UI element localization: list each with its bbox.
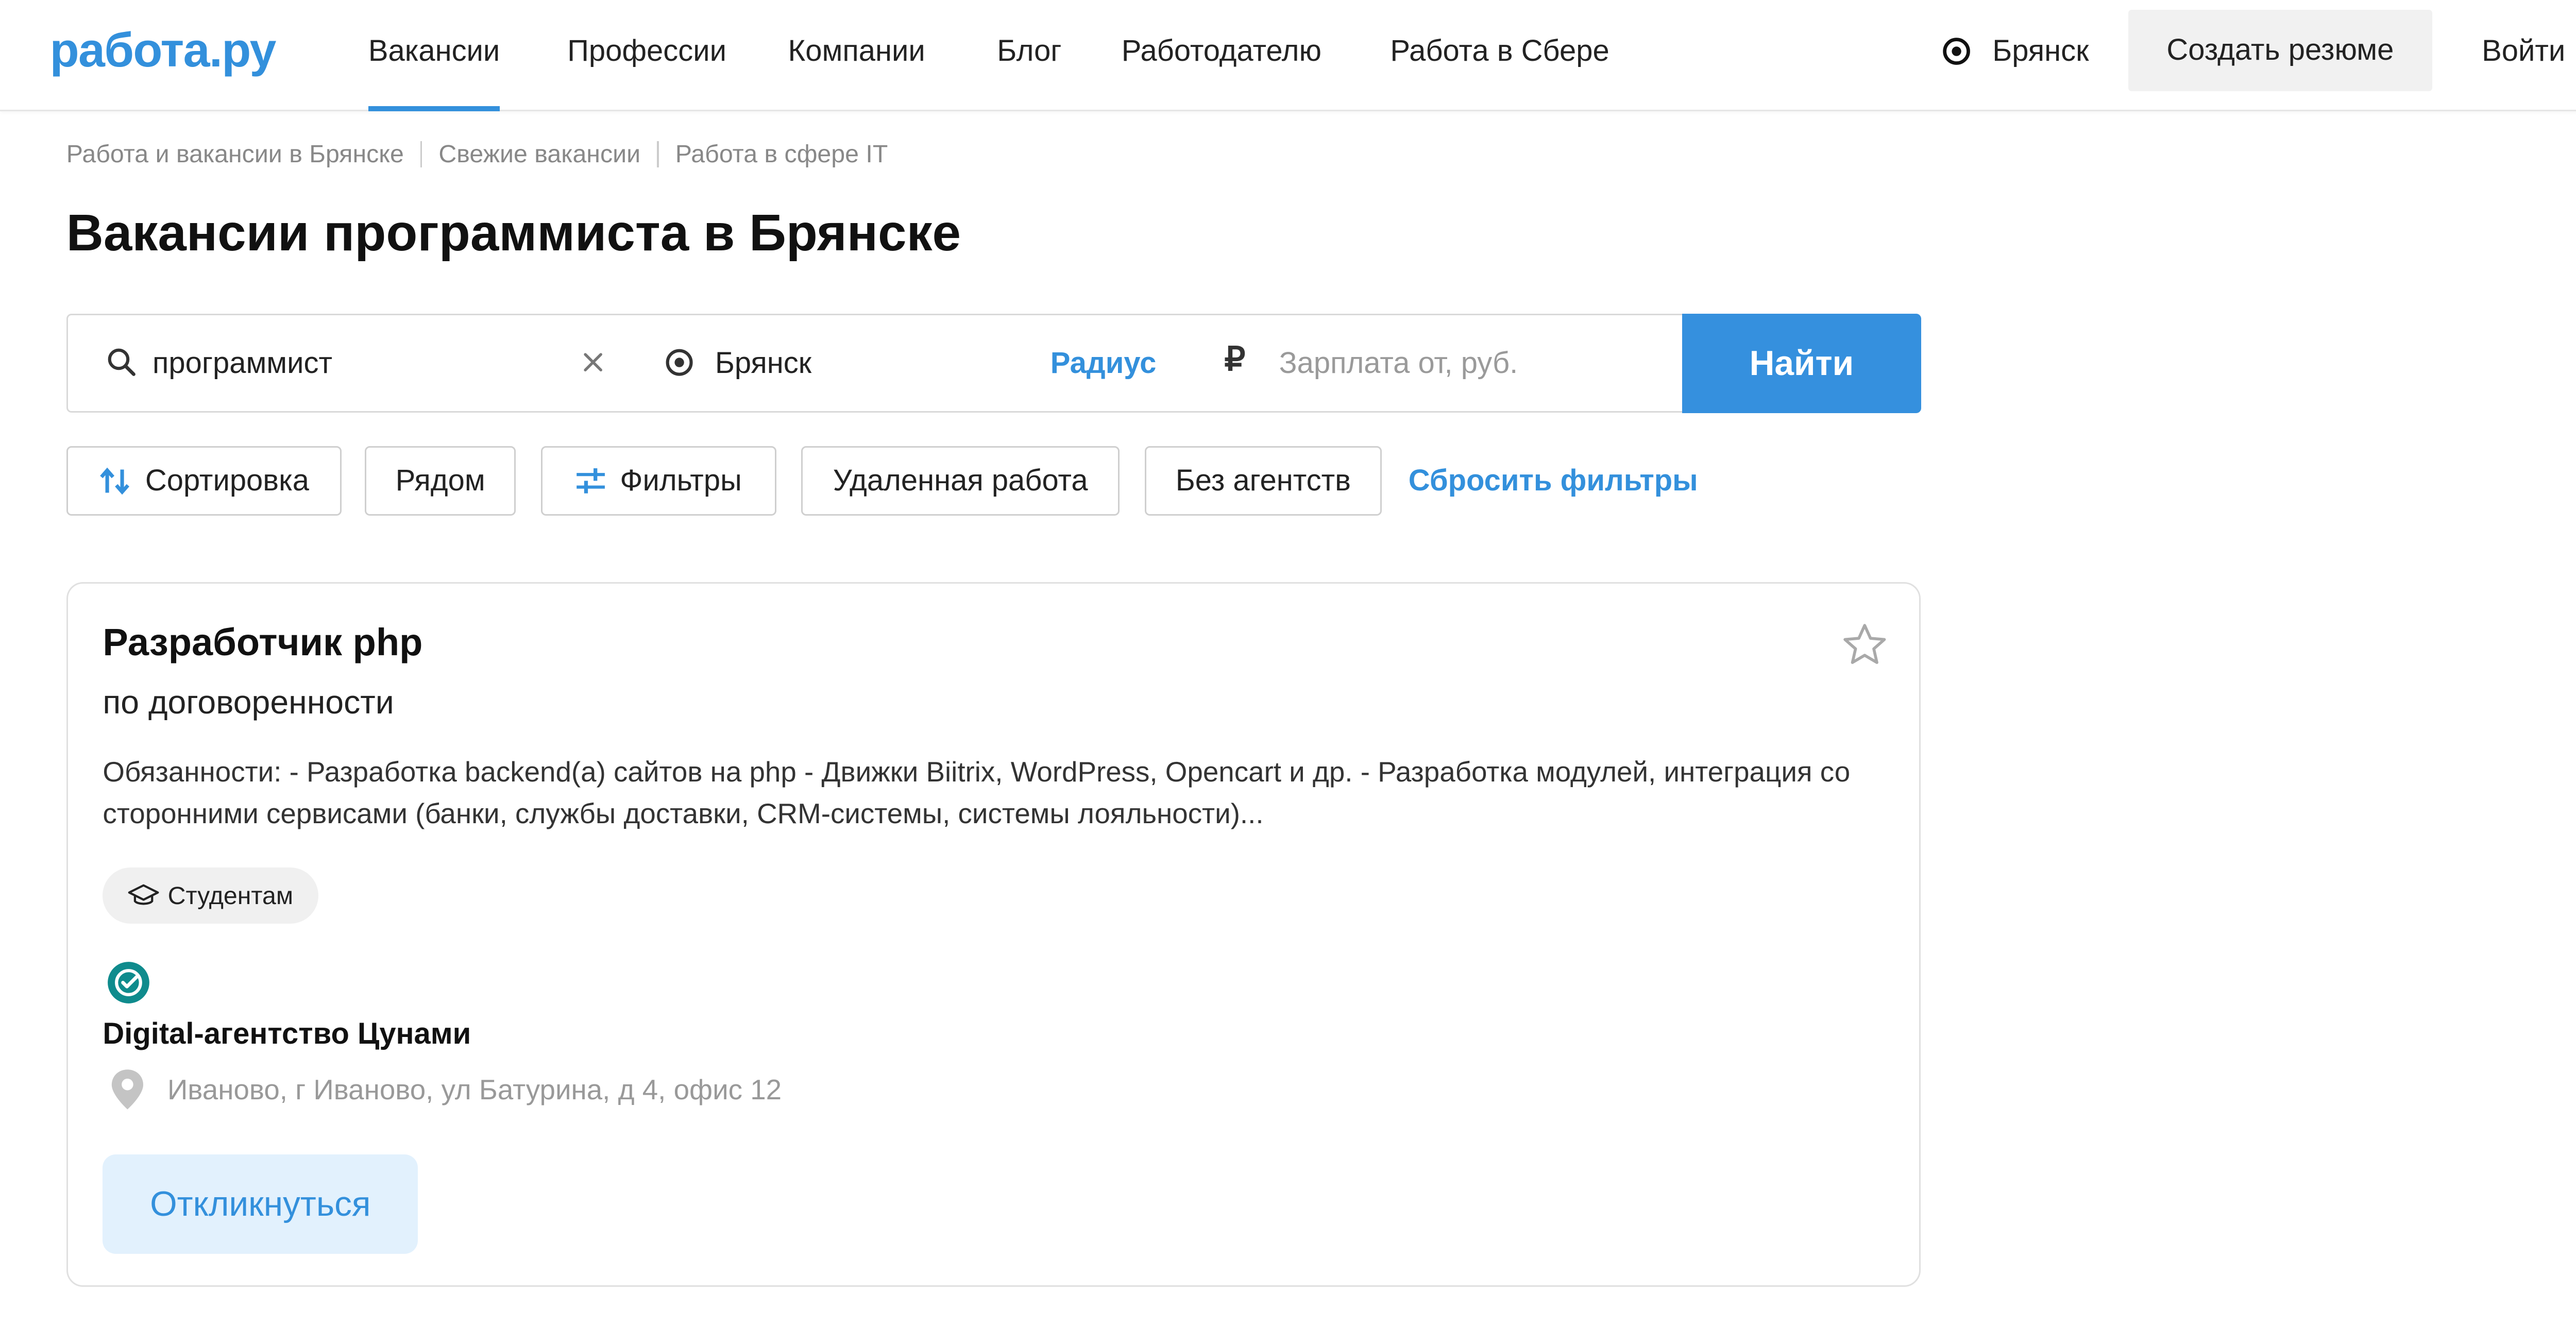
salary-field[interactable]: ₽ Зарплата от, руб. <box>1196 313 1684 413</box>
city-field[interactable]: Брянск Радиус <box>629 313 1198 413</box>
nearby-button[interactable]: Рядом <box>365 446 516 516</box>
company-name[interactable]: Digital-агентство Цунами <box>103 1017 471 1051</box>
sort-label: Сортировка <box>145 464 309 498</box>
vacancy-salary: по договоренности <box>103 684 394 721</box>
vacancy-title[interactable]: Разработчик php <box>103 620 422 664</box>
location-target-icon <box>666 349 693 376</box>
ruble-icon: ₽ <box>1224 340 1246 378</box>
radius-link[interactable]: Радиус <box>1050 315 1157 412</box>
site-logo[interactable]: работа.ру <box>50 20 277 80</box>
city-selector[interactable]: Брянск <box>1941 0 2089 103</box>
query-field[interactable]: программист <box>66 313 632 413</box>
map-pin-icon <box>112 1069 144 1110</box>
vacancy-address: Иваново, г Иваново, ул Батурина, д 4, оф… <box>103 1068 782 1111</box>
tag-label: Студентам <box>167 881 294 910</box>
login-link[interactable]: Войти <box>2482 0 2565 103</box>
students-tag: Студентам <box>103 867 318 924</box>
address-text: Иваново, г Иваново, ул Батурина, д 4, оф… <box>167 1074 782 1106</box>
city-name: Брянск <box>1992 35 2089 67</box>
nav-item-sber[interactable]: Работа в Сбере <box>1390 0 1609 110</box>
breadcrumb-link[interactable]: Работа в сфере IT <box>675 140 888 168</box>
search-icon <box>108 348 135 376</box>
create-resume-button[interactable]: Создать резюме <box>2128 10 2432 92</box>
reset-filters-link[interactable]: Сбросить фильтры <box>1409 446 1698 516</box>
nav-item-vacancies[interactable]: Вакансии <box>368 0 501 111</box>
search-input[interactable]: программист <box>152 315 332 412</box>
sort-button[interactable]: Сортировка <box>66 446 342 516</box>
breadcrumb-separator <box>657 141 659 168</box>
sort-arrows-icon <box>99 467 129 495</box>
breadcrumb: Работа и вакансии в Брянске Свежие вакан… <box>66 136 888 173</box>
find-button[interactable]: Найти <box>1682 313 1921 413</box>
apply-button[interactable]: Откликнуться <box>103 1154 418 1254</box>
clear-icon[interactable] <box>581 350 605 375</box>
no-agencies-button[interactable]: Без агентств <box>1144 446 1382 516</box>
remote-work-button[interactable]: Удаленная работа <box>801 446 1120 516</box>
nav-item-blog[interactable]: Блог <box>997 0 1061 110</box>
nav-item-employers[interactable]: Работодателю <box>1122 0 1321 110</box>
vacancy-card[interactable]: Разработчик php по договоренности Обязан… <box>66 582 1921 1287</box>
breadcrumb-link[interactable]: Работа и вакансии в Брянске <box>66 140 404 168</box>
salary-input[interactable]: Зарплата от, руб. <box>1279 315 1518 412</box>
location-target-icon <box>1943 38 1971 65</box>
search-bar: программист Брянск Радиус ₽ Зарплата от,… <box>66 313 1921 413</box>
site-header: работа.ру Вакансии Профессии Компании Бл… <box>0 0 2576 111</box>
verified-check-icon <box>107 962 149 1003</box>
favorite-star-icon[interactable] <box>1840 620 1890 670</box>
city-input[interactable]: Брянск <box>715 315 811 412</box>
nav-item-companies[interactable]: Компании <box>788 0 925 110</box>
nav-item-professions[interactable]: Профессии <box>567 0 726 110</box>
filters-button[interactable]: Фильтры <box>540 446 776 516</box>
filters-label: Фильтры <box>620 464 742 498</box>
breadcrumb-link[interactable]: Свежие вакансии <box>438 140 640 168</box>
page-title: Вакансии программиста в Брянске <box>66 205 961 262</box>
graduation-cap-icon <box>128 884 159 905</box>
vacancy-description: Обязанности: - Разработка backend(a) сай… <box>103 756 1851 829</box>
breadcrumb-separator <box>420 141 422 168</box>
filter-sliders-icon <box>577 468 605 494</box>
